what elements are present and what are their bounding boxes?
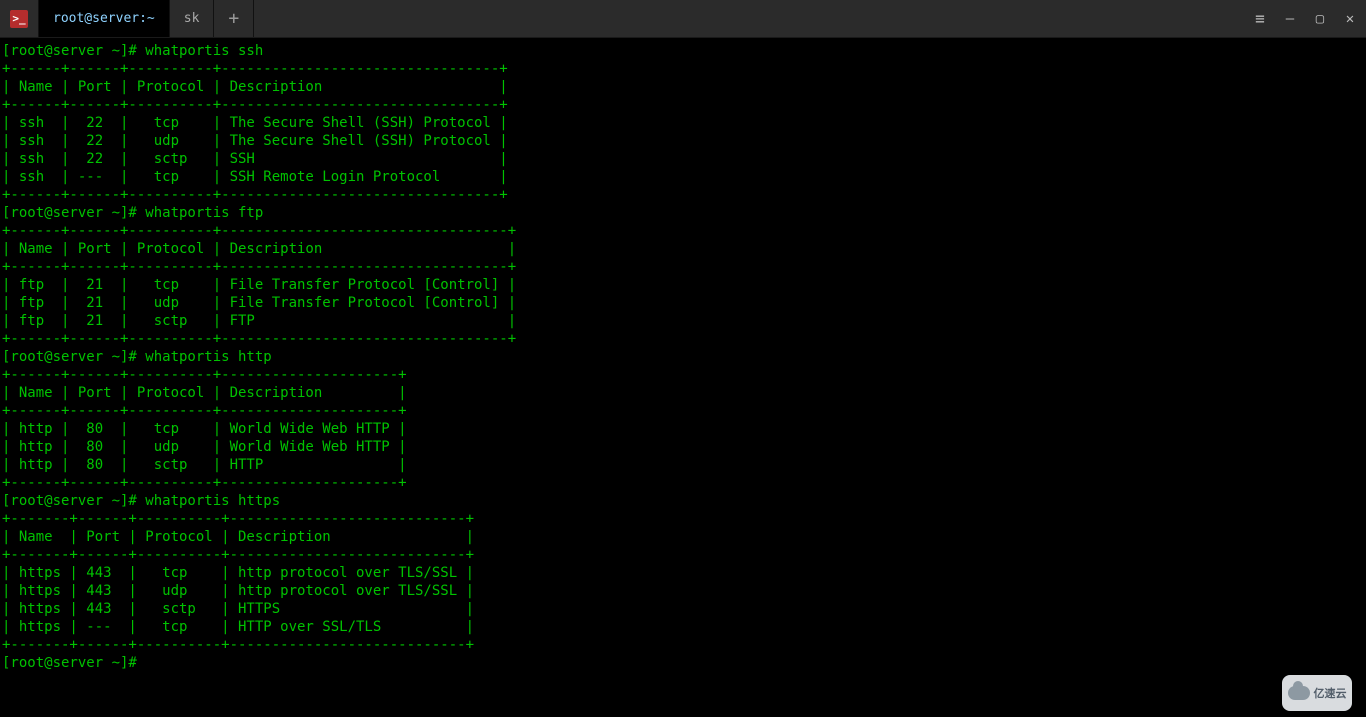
terminal-icon: >_ (10, 10, 28, 28)
window-controls: ≡ — ▢ ✕ (1252, 0, 1366, 37)
menu-icon[interactable]: ≡ (1252, 9, 1268, 28)
cloud-icon (1288, 686, 1310, 700)
tab-active[interactable]: root@server:~ (39, 0, 170, 37)
tab-inactive[interactable]: sk (170, 0, 215, 37)
watermark: 亿速云 (1282, 675, 1352, 711)
terminal-output[interactable]: [root@server ~]# whatportis ssh +------+… (0, 38, 1366, 676)
plus-icon: + (228, 8, 239, 29)
close-button[interactable]: ✕ (1342, 11, 1358, 27)
titlebar-spacer (254, 0, 1252, 37)
maximize-button[interactable]: ▢ (1312, 11, 1328, 27)
new-tab-button[interactable]: + (214, 0, 254, 37)
watermark-text: 亿速云 (1314, 685, 1347, 701)
minimize-button[interactable]: — (1282, 11, 1298, 27)
titlebar: >_ root@server:~ sk + ≡ — ▢ ✕ (0, 0, 1366, 38)
terminal-app-icon-tab[interactable]: >_ (0, 0, 39, 37)
